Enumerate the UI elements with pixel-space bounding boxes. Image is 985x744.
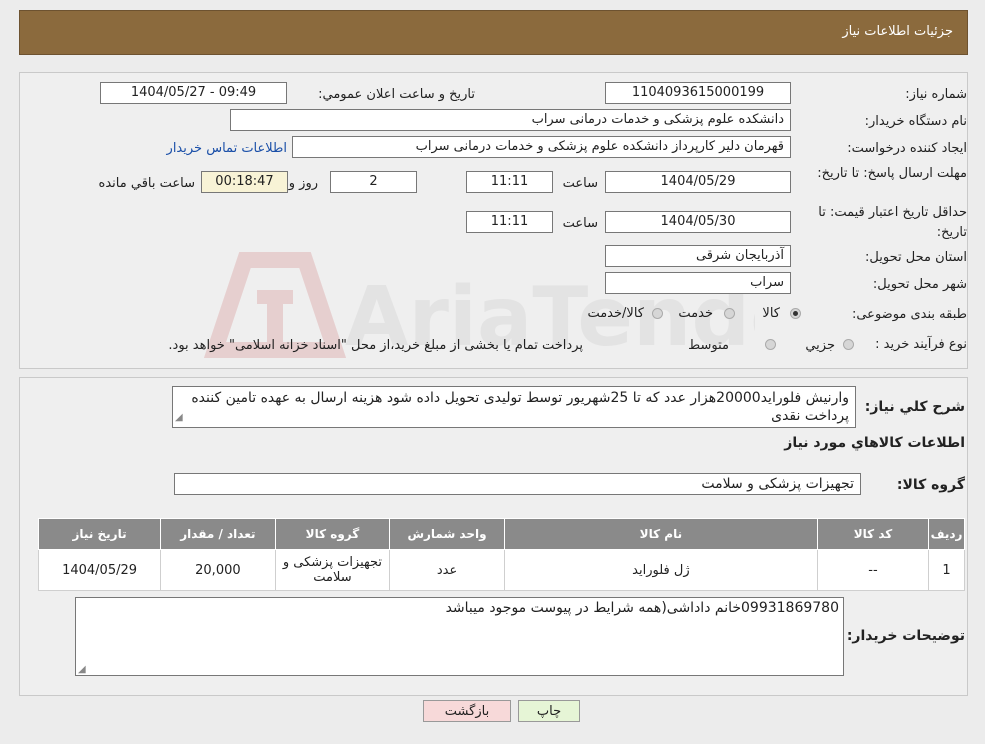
deadline-date-field: 1404/05/29	[605, 171, 791, 193]
purchase-radio-minor[interactable]	[843, 339, 854, 350]
deadline-time-field: 11:11	[466, 171, 553, 193]
need-number-label: شماره نیاز:	[905, 87, 967, 102]
days-field: 2	[330, 171, 417, 193]
description-label: شرح کلي نياز:	[864, 399, 965, 415]
creator-label: ایجاد کننده درخواست:	[847, 141, 967, 156]
cell-quantity: 20,000	[160, 549, 276, 591]
validity-date-field: 1404/05/30	[605, 211, 791, 233]
page-title: جزئیات اطلاعات نیاز	[842, 24, 953, 39]
column-header-code: کد کالا	[816, 518, 930, 550]
buyer-label: نام دستگاه خریدار:	[864, 114, 967, 129]
goods-group-label: گروه کالا:	[896, 477, 965, 493]
column-header-group: گروه کالا	[274, 518, 391, 550]
announce-label: تاریخ و ساعت اعلان عمومي:	[318, 87, 475, 102]
buyer-notes-textarea[interactable]: 09931869780خانم داداشی(همه شرایط در پیوس…	[75, 597, 844, 676]
category-radio-service[interactable]	[724, 308, 735, 319]
validity-label: حداقل تاریخ اعتبار قیمت: تا تاریخ:	[818, 205, 967, 240]
column-header-row-number: ردیف	[928, 518, 965, 550]
city-label: شهر محل تحویل:	[872, 277, 967, 292]
cell-group: تجهیزات پزشکی و سلامت	[274, 549, 391, 591]
city-field: سراب	[605, 272, 791, 294]
purchase-option-minor: جزيي	[805, 338, 835, 353]
province-label: استان محل تحویل:	[865, 250, 967, 265]
goods-table: ردیف کد کالا نام کالا واحد شمارش گروه کا…	[37, 518, 965, 591]
category-option-both: کالا/خدمت	[587, 306, 644, 321]
cell-code: --	[816, 549, 930, 591]
category-radio-both[interactable]	[652, 308, 663, 319]
goods-group-field: تجهیزات پزشکی و سلامت	[174, 473, 861, 495]
creator-field: قهرمان دلیر کارپرداز دانشکده علوم پزشکی …	[292, 136, 791, 158]
column-header-date: تاریخ نیاز	[37, 518, 162, 550]
cell-row-number: 1	[928, 549, 965, 591]
back-button[interactable]: بازگشت	[423, 700, 511, 722]
category-option-service: خدمت	[678, 306, 713, 321]
resize-grip-icon[interactable]: ◢	[78, 664, 86, 675]
deadline-time-label: ساعت	[562, 176, 598, 191]
table-row: 1 -- ژل فلوراید عدد تجهیزات پزشکی و سلام…	[37, 549, 965, 591]
category-option-goods: کالا	[762, 306, 780, 321]
description-text: وارنیش فلوراید20000هزار عدد که تا 25شهری…	[191, 390, 849, 424]
buyer-notes-text: 09931869780خانم داداشی(همه شرایط در پیوس…	[445, 600, 839, 616]
cell-name: ژل فلوراید	[503, 549, 818, 591]
buyer-notes-label: توضیحات خریدار:	[846, 628, 965, 644]
table-header-row: ردیف کد کالا نام کالا واحد شمارش گروه کا…	[37, 518, 965, 550]
purchase-option-medium: متوسط	[688, 338, 729, 353]
category-radio-goods[interactable]	[790, 308, 801, 319]
province-field: آذربایجان شرقی	[605, 245, 791, 267]
buyer-contact-link[interactable]: اطلاعات تماس خریدار	[167, 141, 287, 156]
validity-time-label: ساعت	[562, 216, 598, 231]
buyer-field: دانشکده علوم پزشکی و خدمات درمانی سراب	[230, 109, 791, 131]
remaining-time-field: 00:18:47	[201, 171, 288, 193]
validity-time-field: 11:11	[466, 211, 553, 233]
remaining-time-label: ساعت باقي مانده	[98, 176, 195, 191]
description-textarea[interactable]: وارنیش فلوراید20000هزار عدد که تا 25شهری…	[172, 386, 856, 428]
goods-section-title: اطلاعات کالاهاي مورد نياز	[784, 435, 965, 451]
purchase-note: پرداخت تمام یا بخشی از مبلغ خرید،از محل …	[168, 338, 583, 353]
column-header-unit: واحد شمارش	[389, 518, 505, 550]
resize-grip-icon[interactable]: ◢	[175, 409, 183, 427]
column-header-quantity: تعداد / مقدار	[160, 518, 276, 550]
print-button[interactable]: چاپ	[518, 700, 580, 722]
deadline-label: مهلت ارسال پاسخ: تا تاریخ:	[817, 166, 967, 181]
column-header-name: نام کالا	[503, 518, 818, 550]
cell-date: 1404/05/29	[37, 549, 162, 591]
days-label: روز و	[288, 176, 318, 191]
purchase-type-label: نوع فرآیند خرید :	[875, 337, 967, 352]
category-label: طبقه بندی موضوعی:	[851, 307, 967, 322]
announce-field: 1404/05/27 - 09:49	[100, 82, 287, 104]
page-header: جزئیات اطلاعات نیاز	[19, 10, 968, 55]
need-number-field: 1104093615000199	[605, 82, 791, 104]
cell-unit: عدد	[389, 549, 505, 591]
purchase-radio-medium[interactable]	[765, 339, 776, 350]
